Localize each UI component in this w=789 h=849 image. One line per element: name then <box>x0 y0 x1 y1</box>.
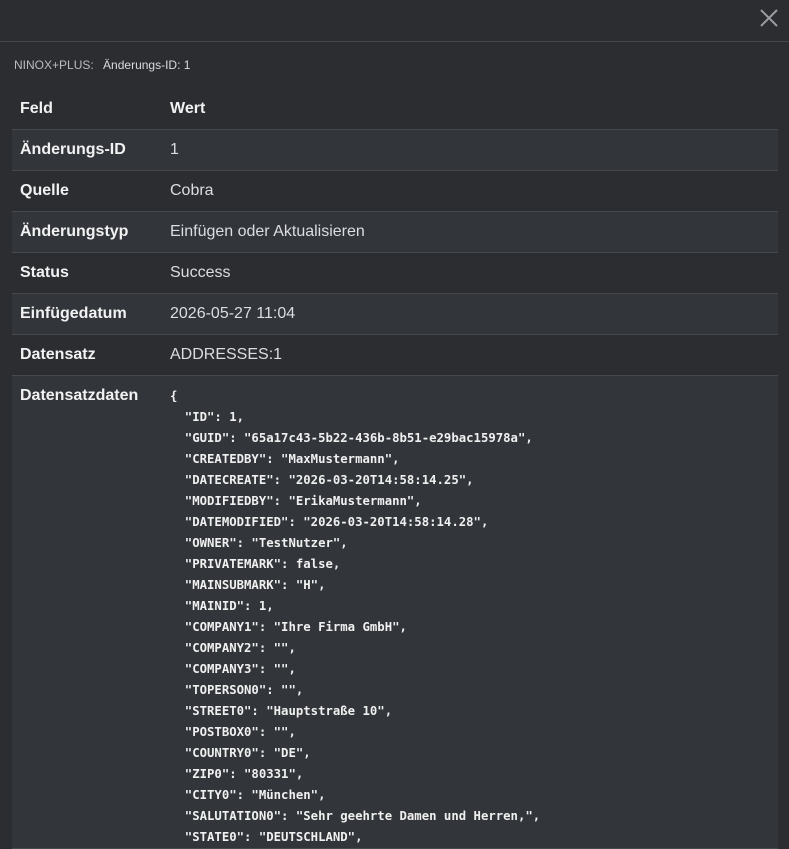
table-row: Quelle Cobra <box>12 170 778 212</box>
close-icon[interactable] <box>760 9 778 27</box>
column-header-field: Feld <box>12 89 162 130</box>
record-data-json[interactable]: { "ID": 1, "GUID": "65a17c43-5b22-436b-8… <box>170 386 770 848</box>
field-value: Einfügen oder Aktualisieren <box>170 223 365 240</box>
field-label: Änderungs-ID <box>20 141 126 158</box>
dialog-header <box>0 0 789 42</box>
table-row: Änderungstyp Einfügen oder Aktualisieren <box>12 211 778 253</box>
table-header-row: Feld Wert <box>12 89 778 130</box>
table-row: Status Success <box>12 252 778 294</box>
field-label: Datensatzdaten <box>20 387 139 404</box>
field-label: Einfügedatum <box>20 305 127 322</box>
change-detail-table: Feld Wert Änderungs-ID 1 Quelle Cobra Än… <box>12 89 778 849</box>
close-button[interactable] <box>757 6 781 30</box>
column-header-value: Wert <box>162 89 778 130</box>
breadcrumb-current: Änderungs-ID: 1 <box>103 58 191 72</box>
field-label: Quelle <box>20 182 69 199</box>
field-value: Cobra <box>170 182 214 199</box>
field-label: Änderungstyp <box>20 223 129 240</box>
record-data-cell: { "ID": 1, "GUID": "65a17c43-5b22-436b-8… <box>162 376 778 849</box>
field-label: Status <box>20 264 69 281</box>
table-row: Datensatz ADDRESSES:1 <box>12 334 778 376</box>
breadcrumb-source: NINOX+PLUS: <box>14 58 94 72</box>
breadcrumb: NINOX+PLUS: Änderungs-ID: 1 <box>12 58 190 72</box>
table-row: Datensatzdaten { "ID": 1, "GUID": "65a17… <box>12 375 778 849</box>
field-label: Datensatz <box>20 346 96 363</box>
field-value: 2026-05-27 11:04 <box>170 305 296 322</box>
field-value: Success <box>170 264 231 281</box>
field-value: ADDRESSES:1 <box>170 346 283 363</box>
table-row: Änderungs-ID 1 <box>12 129 778 171</box>
table-row: Einfügedatum 2026-05-27 11:04 <box>12 293 778 335</box>
field-value: 1 <box>170 141 179 158</box>
